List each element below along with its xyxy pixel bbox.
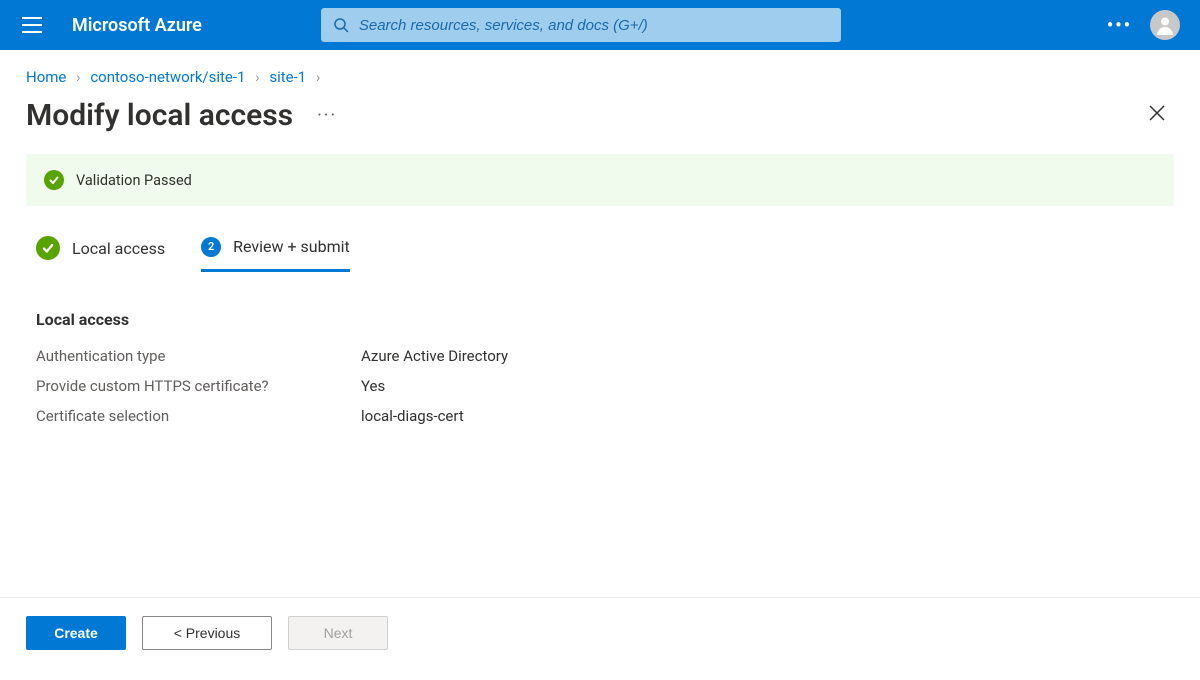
breadcrumb-separator: › <box>70 68 86 86</box>
row-label: Provide custom HTTPS certificate? <box>36 377 361 395</box>
topbar-more-icon[interactable]: ••• <box>1107 15 1132 36</box>
person-icon <box>1153 13 1177 37</box>
step-local-access[interactable]: Local access <box>36 236 165 272</box>
row-cert-selection: Certificate selection local-diags-cert <box>36 407 1164 425</box>
row-value: local-diags-cert <box>361 407 464 425</box>
menu-hamburger-icon[interactable] <box>8 0 56 50</box>
wizard-footer: Create < Previous Next <box>0 597 1200 650</box>
create-button[interactable]: Create <box>26 616 126 650</box>
top-bar: Microsoft Azure ••• <box>0 0 1200 50</box>
row-value: Yes <box>361 377 385 395</box>
row-value: Azure Active Directory <box>361 347 508 365</box>
search-icon <box>333 17 349 33</box>
validation-banner: Validation Passed <box>26 154 1174 206</box>
step-label: Local access <box>72 239 165 258</box>
close-button[interactable] <box>1140 96 1174 134</box>
validation-banner-text: Validation Passed <box>76 172 192 189</box>
previous-button[interactable]: < Previous <box>142 616 272 650</box>
row-label: Certificate selection <box>36 407 361 425</box>
search-input[interactable] <box>359 17 829 34</box>
step-number-badge: 2 <box>201 237 221 257</box>
breadcrumb-item-site[interactable]: site-1 <box>269 68 306 86</box>
title-more-icon[interactable]: ··· <box>317 105 337 126</box>
row-label: Authentication type <box>36 347 361 365</box>
global-search[interactable] <box>321 8 841 42</box>
wizard-steps: Local access 2 Review + submit <box>0 236 1200 272</box>
row-custom-https: Provide custom HTTPS certificate? Yes <box>36 377 1164 395</box>
breadcrumb-item-network[interactable]: contoso-network/site-1 <box>90 68 245 86</box>
step-complete-icon <box>36 236 60 260</box>
breadcrumb-separator: › <box>249 68 265 86</box>
breadcrumb: Home › contoso-network/site-1 › site-1 › <box>0 50 1200 92</box>
user-avatar[interactable] <box>1150 10 1180 40</box>
close-icon <box>1148 104 1166 122</box>
row-auth-type: Authentication type Azure Active Directo… <box>36 347 1164 365</box>
step-review-submit[interactable]: 2 Review + submit <box>201 237 350 272</box>
topbar-right: ••• <box>1107 10 1180 40</box>
page-title: Modify local access <box>26 98 293 133</box>
breadcrumb-separator: › <box>310 68 326 86</box>
breadcrumb-item-home[interactable]: Home <box>26 68 66 86</box>
review-section: Local access Authentication type Azure A… <box>0 272 1200 425</box>
success-check-icon <box>44 170 64 190</box>
brand-label[interactable]: Microsoft Azure <box>68 15 214 36</box>
step-label: Review + submit <box>233 237 350 256</box>
search-wrap <box>321 8 841 42</box>
title-row: Modify local access ··· <box>0 92 1200 154</box>
next-button: Next <box>288 616 388 650</box>
section-title: Local access <box>36 310 1164 329</box>
